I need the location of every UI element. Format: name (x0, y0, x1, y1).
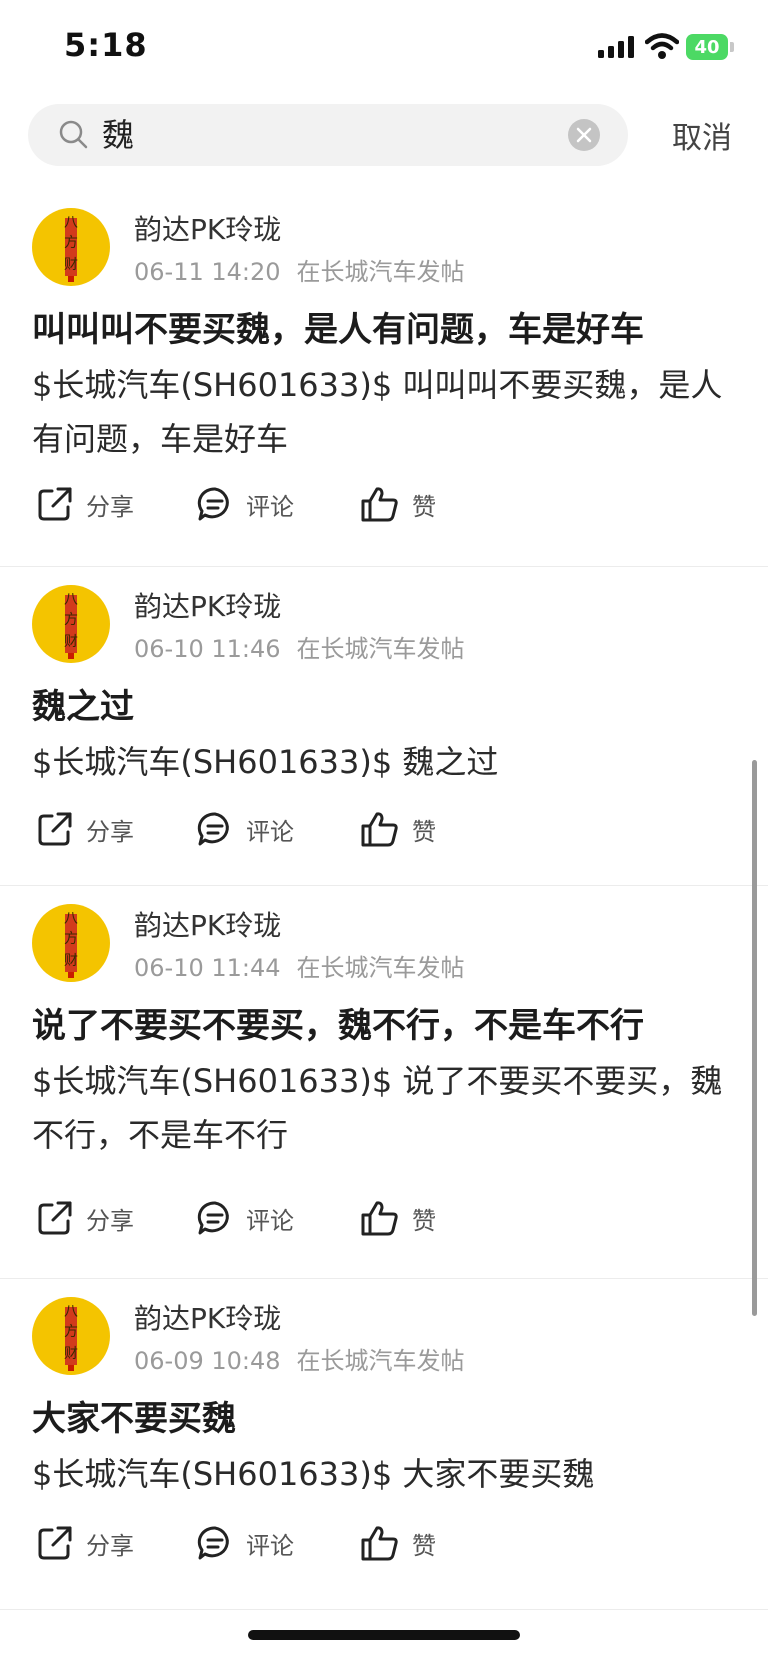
post-author[interactable]: 韵达PK玲珑 (134, 904, 281, 944)
post-item[interactable]: 八方财 韵达PK玲珑 06-09 10:48 在长城汽车发帖 大家不要买魏 $长城… (0, 1279, 768, 1610)
share-button[interactable]: 分享 (36, 482, 134, 526)
post-body[interactable]: $长城汽车(SH601633)$ 叫叫叫不要买魏，是人有问题，车是好车 (32, 358, 736, 466)
share-icon (38, 812, 72, 846)
post-item[interactable]: 八方财 韵达PK玲珑 06-10 11:44 在长城汽车发帖 说了不要买不要买，魏… (0, 886, 768, 1279)
like-button[interactable]: 赞 (360, 1196, 436, 1240)
post-meta: 06-10 11:46 在长城汽车发帖 (134, 629, 465, 664)
post-time: 06-10 11:44 (134, 954, 281, 982)
post-source: 在长城汽车发帖 (296, 258, 465, 286)
post-list: 八方财 韵达PK玲珑 06-11 14:20 在长城汽车发帖 叫叫叫不要买魏，是人… (0, 190, 768, 1610)
status-bar: 5:18 40 (0, 0, 768, 96)
like-button[interactable]: 赞 (360, 807, 436, 851)
scrollbar[interactable] (752, 760, 757, 1316)
avatar[interactable]: 八方财 (32, 1297, 110, 1375)
status-time: 5:18 (64, 26, 148, 64)
share-icon (38, 487, 72, 521)
post-author[interactable]: 韵达PK玲珑 (134, 1297, 281, 1337)
post-source: 在长城汽车发帖 (296, 635, 465, 663)
comment-button[interactable]: 评论 (196, 1196, 294, 1240)
cellular-signal-icon (598, 36, 634, 58)
post-author[interactable]: 韵达PK玲珑 (134, 208, 281, 248)
post-title[interactable]: 叫叫叫不要买魏，是人有问题，车是好车 (32, 302, 644, 351)
close-icon (576, 127, 592, 143)
post-actions: 分享 评论 赞 (32, 1521, 492, 1565)
battery-icon: 40 (686, 34, 736, 60)
share-button[interactable]: 分享 (36, 1521, 134, 1565)
post-item[interactable]: 八方财 韵达PK玲珑 06-11 14:20 在长城汽车发帖 叫叫叫不要买魏，是人… (0, 190, 768, 567)
comment-icon (197, 812, 229, 846)
post-source: 在长城汽车发帖 (296, 1347, 465, 1375)
comment-icon (197, 1201, 229, 1235)
search-icon (59, 120, 88, 149)
battery-level: 40 (694, 36, 720, 58)
post-title[interactable]: 说了不要买不要买，魏不行，不是车不行 (32, 998, 644, 1047)
post-body[interactable]: $长城汽车(SH601633)$ 说了不要买不要买，魏不行，不是车不行 (32, 1054, 736, 1162)
comment-button[interactable]: 评论 (196, 1521, 294, 1565)
thumbs-up-icon (361, 1201, 398, 1236)
post-actions: 分享 评论 赞 (32, 1196, 492, 1240)
cancel-button[interactable]: 取消 (672, 113, 732, 157)
post-time: 06-10 11:46 (134, 635, 281, 663)
post-actions: 分享 评论 赞 (32, 482, 492, 526)
post-title[interactable]: 魏之过 (32, 679, 134, 728)
post-time: 06-11 14:20 (134, 258, 281, 286)
post-body[interactable]: $长城汽车(SH601633)$ 大家不要买魏 (32, 1447, 736, 1501)
thumbs-up-icon (361, 487, 398, 522)
share-button[interactable]: 分享 (36, 807, 134, 851)
post-item[interactable]: 八方财 韵达PK玲珑 06-10 11:46 在长城汽车发帖 魏之过 $长城汽车(… (0, 567, 768, 886)
search-input[interactable]: 魏 (28, 104, 628, 166)
share-icon (38, 1201, 72, 1235)
search-query[interactable]: 魏 (102, 114, 134, 156)
home-indicator[interactable] (248, 1630, 520, 1640)
like-button[interactable]: 赞 (360, 482, 436, 526)
clear-search-button[interactable] (568, 119, 600, 151)
like-button[interactable]: 赞 (360, 1521, 436, 1565)
comment-icon (197, 1526, 229, 1560)
post-meta: 06-10 11:44 在长城汽车发帖 (134, 948, 465, 983)
wifi-icon (645, 33, 679, 59)
share-icon (38, 1526, 72, 1560)
post-source: 在长城汽车发帖 (296, 954, 465, 982)
thumbs-up-icon (361, 1526, 398, 1561)
avatar[interactable]: 八方财 (32, 208, 110, 286)
comment-button[interactable]: 评论 (196, 807, 294, 851)
thumbs-up-icon (361, 812, 398, 847)
post-actions: 分享 评论 赞 (32, 807, 492, 851)
post-author[interactable]: 韵达PK玲珑 (134, 585, 281, 625)
post-body[interactable]: $长城汽车(SH601633)$ 魏之过 (32, 735, 736, 789)
avatar[interactable]: 八方财 (32, 585, 110, 663)
post-meta: 06-09 10:48 在长城汽车发帖 (134, 1341, 465, 1376)
post-time: 06-09 10:48 (134, 1347, 281, 1375)
share-button[interactable]: 分享 (36, 1196, 134, 1240)
comment-icon (197, 487, 229, 521)
avatar[interactable]: 八方财 (32, 904, 110, 982)
post-meta: 06-11 14:20 在长城汽车发帖 (134, 252, 465, 287)
post-title[interactable]: 大家不要买魏 (32, 1391, 236, 1440)
comment-button[interactable]: 评论 (196, 482, 294, 526)
